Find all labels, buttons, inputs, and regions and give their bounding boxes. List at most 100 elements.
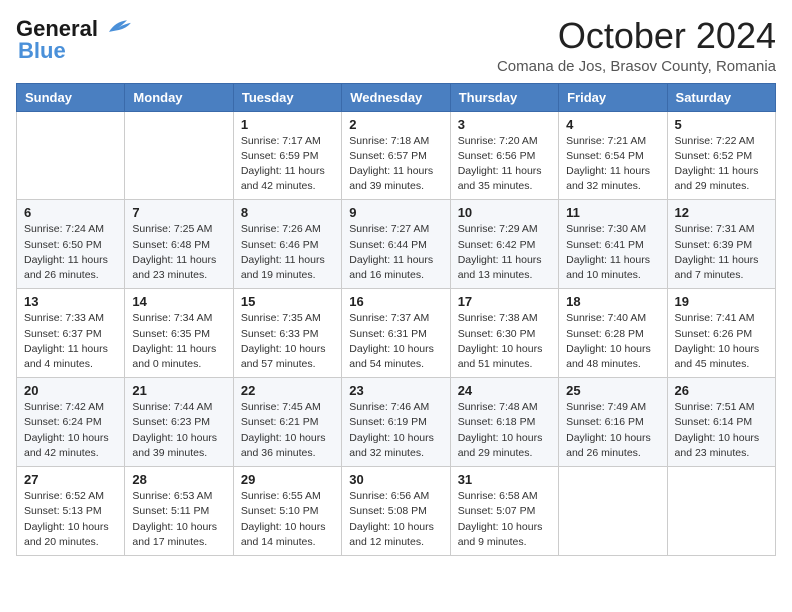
day-number: 29 (241, 472, 334, 487)
calendar-cell: 21 Sunrise: 7:44 AMSunset: 6:23 PMDayligh… (125, 378, 233, 467)
day-info: Sunrise: 7:33 AMSunset: 6:37 PMDaylight:… (24, 311, 117, 372)
day-number: 2 (349, 117, 442, 132)
day-number: 21 (132, 383, 225, 398)
day-number: 16 (349, 294, 442, 309)
calendar-cell: 30 Sunrise: 6:56 AMSunset: 5:08 PMDayligh… (342, 467, 450, 556)
logo-blue-text: Blue (18, 42, 66, 60)
header-day-wednesday: Wednesday (342, 83, 450, 111)
day-number: 4 (566, 117, 659, 132)
day-info: Sunrise: 7:21 AMSunset: 6:54 PMDaylight:… (566, 134, 659, 195)
day-number: 30 (349, 472, 442, 487)
calendar-cell: 16 Sunrise: 7:37 AMSunset: 6:31 PMDayligh… (342, 289, 450, 378)
day-number: 20 (24, 383, 117, 398)
day-info: Sunrise: 6:56 AMSunset: 5:08 PMDaylight:… (349, 489, 442, 550)
calendar-cell: 12 Sunrise: 7:31 AMSunset: 6:39 PMDayligh… (667, 200, 775, 289)
day-info: Sunrise: 7:38 AMSunset: 6:30 PMDaylight:… (458, 311, 551, 372)
calendar-week-2: 6Sunrise: 7:24 AMSunset: 6:50 PMDaylight… (17, 200, 776, 289)
day-info: Sunrise: 7:17 AMSunset: 6:59 PMDaylight:… (241, 134, 334, 195)
day-info: Sunrise: 7:26 AMSunset: 6:46 PMDaylight:… (241, 222, 334, 283)
title-block: October 2024 Comana de Jos, Brasov Count… (497, 16, 776, 75)
logo: General Blue (16, 16, 134, 60)
calendar-cell: 20 Sunrise: 7:42 AMSunset: 6:24 PMDayligh… (17, 378, 125, 467)
day-info: Sunrise: 7:22 AMSunset: 6:52 PMDaylight:… (675, 134, 768, 195)
day-info: Sunrise: 6:52 AMSunset: 5:13 PMDaylight:… (24, 489, 117, 550)
day-info: Sunrise: 7:44 AMSunset: 6:23 PMDaylight:… (132, 400, 225, 461)
calendar-week-1: 1 Sunrise: 7:17 AMSunset: 6:59 PMDaylight… (17, 111, 776, 200)
location-text: Comana de Jos, Brasov County, Romania (497, 58, 776, 75)
day-number: 11 (566, 205, 659, 220)
day-info: Sunrise: 6:58 AMSunset: 5:07 PMDaylight:… (458, 489, 551, 550)
calendar-cell: 22 Sunrise: 7:45 AMSunset: 6:21 PMDayligh… (233, 378, 341, 467)
day-number: 25 (566, 383, 659, 398)
day-number: 14 (132, 294, 225, 309)
day-info: Sunrise: 7:45 AMSunset: 6:21 PMDaylight:… (241, 400, 334, 461)
calendar-header-row: SundayMondayTuesdayWednesdayThursdayFrid… (17, 83, 776, 111)
calendar-cell: 25 Sunrise: 7:49 AMSunset: 6:16 PMDayligh… (559, 378, 667, 467)
header-day-monday: Monday (125, 83, 233, 111)
day-number: 12 (675, 205, 768, 220)
day-info: Sunrise: 6:53 AMSunset: 5:11 PMDaylight:… (132, 489, 225, 550)
day-number: 27 (24, 472, 117, 487)
day-number: 9 (349, 205, 442, 220)
header-day-friday: Friday (559, 83, 667, 111)
calendar-cell: 6Sunrise: 7:24 AMSunset: 6:50 PMDaylight… (17, 200, 125, 289)
day-number: 24 (458, 383, 551, 398)
calendar-cell: 1 Sunrise: 7:17 AMSunset: 6:59 PMDaylight… (233, 111, 341, 200)
day-number: 7 (132, 205, 225, 220)
calendar-week-5: 27 Sunrise: 6:52 AMSunset: 5:13 PMDayligh… (17, 467, 776, 556)
calendar-cell: 28 Sunrise: 6:53 AMSunset: 5:11 PMDayligh… (125, 467, 233, 556)
day-info: Sunrise: 7:42 AMSunset: 6:24 PMDaylight:… (24, 400, 117, 461)
calendar-cell: 31 Sunrise: 6:58 AMSunset: 5:07 PMDayligh… (450, 467, 558, 556)
page-header: General Blue October 2024 Comana de Jos,… (16, 16, 776, 75)
header-day-tuesday: Tuesday (233, 83, 341, 111)
calendar-cell: 27 Sunrise: 6:52 AMSunset: 5:13 PMDayligh… (17, 467, 125, 556)
day-info: Sunrise: 7:49 AMSunset: 6:16 PMDaylight:… (566, 400, 659, 461)
calendar-cell: 26Sunrise: 7:51 AMSunset: 6:14 PMDayligh… (667, 378, 775, 467)
calendar-week-4: 20 Sunrise: 7:42 AMSunset: 6:24 PMDayligh… (17, 378, 776, 467)
calendar-cell: 3 Sunrise: 7:20 AMSunset: 6:56 PMDaylight… (450, 111, 558, 200)
day-number: 18 (566, 294, 659, 309)
calendar-table: SundayMondayTuesdayWednesdayThursdayFrid… (16, 83, 776, 556)
calendar-cell: 23Sunrise: 7:46 AMSunset: 6:19 PMDayligh… (342, 378, 450, 467)
calendar-cell: 7 Sunrise: 7:25 AMSunset: 6:48 PMDaylight… (125, 200, 233, 289)
calendar-cell: 18 Sunrise: 7:40 AMSunset: 6:28 PMDayligh… (559, 289, 667, 378)
day-number: 6 (24, 205, 117, 220)
calendar-cell: 24 Sunrise: 7:48 AMSunset: 6:18 PMDayligh… (450, 378, 558, 467)
day-info: Sunrise: 7:48 AMSunset: 6:18 PMDaylight:… (458, 400, 551, 461)
day-info: Sunrise: 7:37 AMSunset: 6:31 PMDaylight:… (349, 311, 442, 372)
month-title: October 2024 (497, 16, 776, 56)
calendar-cell: 13 Sunrise: 7:33 AMSunset: 6:37 PMDayligh… (17, 289, 125, 378)
day-number: 17 (458, 294, 551, 309)
header-day-saturday: Saturday (667, 83, 775, 111)
day-info: Sunrise: 7:41 AMSunset: 6:26 PMDaylight:… (675, 311, 768, 372)
day-info: Sunrise: 7:27 AMSunset: 6:44 PMDaylight:… (349, 222, 442, 283)
calendar-cell: 9 Sunrise: 7:27 AMSunset: 6:44 PMDaylight… (342, 200, 450, 289)
logo-bird-icon (102, 19, 134, 37)
day-info: Sunrise: 7:18 AMSunset: 6:57 PMDaylight:… (349, 134, 442, 195)
day-number: 23 (349, 383, 442, 398)
day-number: 1 (241, 117, 334, 132)
calendar-cell: 10Sunrise: 7:29 AMSunset: 6:42 PMDayligh… (450, 200, 558, 289)
day-info: Sunrise: 7:20 AMSunset: 6:56 PMDaylight:… (458, 134, 551, 195)
day-info: Sunrise: 7:25 AMSunset: 6:48 PMDaylight:… (132, 222, 225, 283)
day-info: Sunrise: 7:40 AMSunset: 6:28 PMDaylight:… (566, 311, 659, 372)
day-number: 3 (458, 117, 551, 132)
day-number: 13 (24, 294, 117, 309)
calendar-cell: 4 Sunrise: 7:21 AMSunset: 6:54 PMDaylight… (559, 111, 667, 200)
calendar-cell: 2 Sunrise: 7:18 AMSunset: 6:57 PMDaylight… (342, 111, 450, 200)
day-number: 15 (241, 294, 334, 309)
calendar-cell (17, 111, 125, 200)
day-number: 28 (132, 472, 225, 487)
calendar-cell: 5 Sunrise: 7:22 AMSunset: 6:52 PMDaylight… (667, 111, 775, 200)
calendar-week-3: 13 Sunrise: 7:33 AMSunset: 6:37 PMDayligh… (17, 289, 776, 378)
day-number: 19 (675, 294, 768, 309)
day-number: 22 (241, 383, 334, 398)
day-number: 31 (458, 472, 551, 487)
day-number: 8 (241, 205, 334, 220)
calendar-cell (667, 467, 775, 556)
day-info: Sunrise: 7:31 AMSunset: 6:39 PMDaylight:… (675, 222, 768, 283)
day-info: Sunrise: 6:55 AMSunset: 5:10 PMDaylight:… (241, 489, 334, 550)
day-number: 5 (675, 117, 768, 132)
calendar-cell: 17 Sunrise: 7:38 AMSunset: 6:30 PMDayligh… (450, 289, 558, 378)
calendar-cell (559, 467, 667, 556)
